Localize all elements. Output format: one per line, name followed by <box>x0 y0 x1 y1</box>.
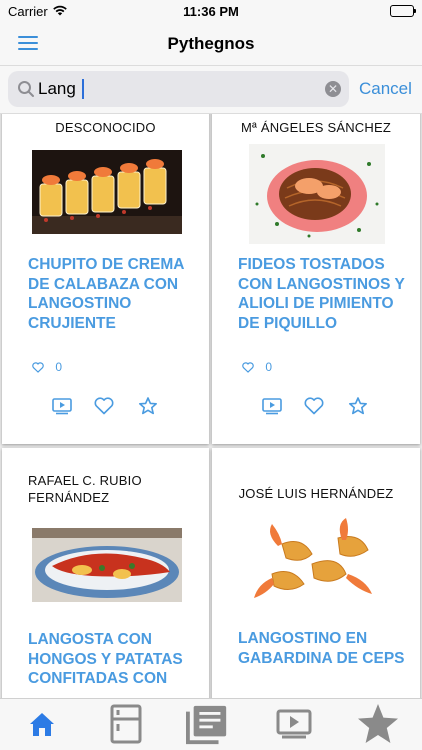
video-icon[interactable] <box>52 397 72 420</box>
recipe-photo[interactable] <box>32 528 182 602</box>
recipe-title[interactable]: FIDEOS TOSTADOS CON LANGOSTINOS Y ALIOLI… <box>238 255 410 333</box>
likes-count: 0 <box>242 360 272 374</box>
recipe-title[interactable]: CHUPITO DE CREMA DE CALABAZA CON LANGOST… <box>28 255 199 333</box>
app-title: Pythegnos <box>167 34 255 53</box>
heart-small-icon <box>32 360 44 374</box>
recipe-title[interactable]: LANGOSTINO EN GABARDINA DE CEPS <box>238 629 410 668</box>
likes-value: 0 <box>265 360 273 374</box>
search-field-container[interactable]: ✕ <box>8 71 349 107</box>
home-icon[interactable] <box>20 703 64 745</box>
search-input[interactable] <box>38 77 318 101</box>
recipe-photo[interactable] <box>32 150 182 234</box>
recipe-card[interactable]: JOSÉ LUIS HERNÁNDEZ LANGOSTINO EN GABARD… <box>212 448 420 698</box>
likes-value: 0 <box>55 360 63 374</box>
star-icon[interactable] <box>348 397 368 420</box>
recipe-photo[interactable] <box>242 514 392 612</box>
tab-bar <box>0 698 422 750</box>
navigation-bar: Pythegnos <box>0 22 422 66</box>
heart-icon[interactable] <box>94 397 114 420</box>
recipe-photo[interactable] <box>249 144 385 244</box>
recipe-title[interactable]: LANGOSTA CON HONGOS Y PATATAS CONFITADAS… <box>28 630 199 689</box>
star-icon[interactable] <box>138 397 158 420</box>
video-icon[interactable] <box>272 703 316 745</box>
recipe-author: JOSÉ LUIS HERNÁNDEZ <box>238 486 394 501</box>
recipe-card[interactable]: DESCONOCIDO CHUPITO DE CREMA DE CALABAZA… <box>2 114 209 444</box>
recipe-grid[interactable]: DESCONOCIDO CHUPITO DE CREMA DE CALABAZA… <box>0 114 422 698</box>
cancel-button[interactable]: Cancel <box>359 79 412 99</box>
recipe-list-icon[interactable] <box>186 703 230 745</box>
recipe-author: DESCONOCIDO <box>55 120 156 135</box>
text-cursor <box>82 79 84 99</box>
recipe-card[interactable]: RAFAEL C. RUBIO FERNÁNDEZ LANGOSTA CON H… <box>2 448 209 698</box>
recipe-author: Mª ÁNGELES SÁNCHEZ <box>241 120 391 135</box>
star-icon[interactable] <box>356 703 400 745</box>
status-bar: Carrier 11:36 PM <box>0 0 422 22</box>
likes-count: 0 <box>32 360 62 374</box>
search-icon <box>17 80 35 103</box>
clock: 11:36 PM <box>183 4 239 19</box>
heart-icon[interactable] <box>304 397 324 420</box>
search-bar: ✕ Cancel <box>0 66 422 114</box>
clear-search-icon[interactable]: ✕ <box>325 81 341 97</box>
recipe-author: RAFAEL C. RUBIO FERNÁNDEZ <box>28 473 142 505</box>
video-icon[interactable] <box>262 397 282 420</box>
recipe-actions <box>2 397 209 419</box>
battery-icon <box>390 5 416 17</box>
heart-small-icon <box>242 360 254 374</box>
recipe-actions <box>212 397 420 419</box>
recipe-card[interactable]: Mª ÁNGELES SÁNCHEZ FIDEOS TOSTADOS CON L… <box>212 114 420 444</box>
fridge-icon[interactable] <box>104 703 148 745</box>
